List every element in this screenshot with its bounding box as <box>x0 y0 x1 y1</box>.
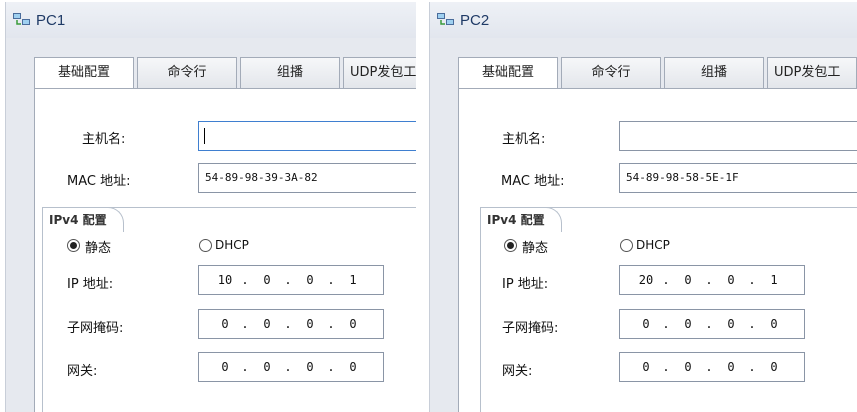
mac-field: 54-89-98-58-5E-1F <box>619 163 857 193</box>
mask-octet-4: 0 <box>349 317 357 331</box>
gateway-octet-4: 0 <box>349 360 357 374</box>
mac-label: MAC 地址: <box>501 174 565 189</box>
mask-octet-1: 0 <box>221 317 229 331</box>
gateway-octet-3: 0 <box>727 360 735 374</box>
ip-octet-4: 1 <box>770 273 778 287</box>
window-title: PC2 <box>460 12 490 29</box>
ip-dot: . <box>748 360 756 374</box>
ip-address-input[interactable]: 10 . 0 . 0 . 1 <box>198 265 384 295</box>
ip-octet-2: 0 <box>684 273 692 287</box>
mask-octet-1: 0 <box>642 317 650 331</box>
ip-dot: . <box>241 317 249 331</box>
pc-icon <box>13 13 30 25</box>
ip-dot: . <box>748 317 756 331</box>
ip-label: IP 地址: <box>502 277 549 292</box>
ipv4-config-title: IPv4 配置 <box>49 213 107 227</box>
tab-basic-config[interactable]: 基础配置 <box>458 57 558 89</box>
ip-dot: . <box>327 273 335 287</box>
ip-dot: . <box>705 273 713 287</box>
subnet-mask-input[interactable]: 0 . 0 . 0 . 0 <box>619 309 805 339</box>
mask-octet-2: 0 <box>684 317 692 331</box>
tab-basic-config[interactable]: 基础配置 <box>34 57 134 89</box>
gateway-input[interactable]: 0 . 0 . 0 . 0 <box>198 352 384 382</box>
pc2-titlebar[interactable]: PC2 <box>430 2 857 38</box>
text-caret <box>204 128 205 144</box>
mask-octet-3: 0 <box>306 317 314 331</box>
static-radio[interactable] <box>67 239 80 252</box>
tab-udp-tool[interactable]: UDP发包工 <box>343 57 416 88</box>
mask-octet-3: 0 <box>727 317 735 331</box>
ip-dot: . <box>327 360 335 374</box>
gateway-octet-4: 0 <box>770 360 778 374</box>
tab-command-line[interactable]: 命令行 <box>561 57 661 88</box>
ip-dot: . <box>705 360 713 374</box>
mac-label: MAC 地址: <box>67 174 131 189</box>
gateway-label: 网关: <box>502 364 533 379</box>
mac-field: 54-89-98-39-3A-82 <box>198 163 416 193</box>
dhcp-radio[interactable] <box>620 239 633 252</box>
ip-dot: . <box>705 317 713 331</box>
gateway-octet-1: 0 <box>221 360 229 374</box>
ip-dot: . <box>662 317 670 331</box>
pc-icon <box>437 13 454 25</box>
ip-dot: . <box>327 317 335 331</box>
gateway-octet-1: 0 <box>642 360 650 374</box>
ip-octet-3: 0 <box>306 273 314 287</box>
ip-dot: . <box>662 273 670 287</box>
gateway-input[interactable]: 0 . 0 . 0 . 0 <box>619 352 805 382</box>
hostname-input[interactable] <box>198 121 416 151</box>
dhcp-label: DHCP <box>636 238 670 252</box>
pc1-titlebar[interactable]: PC1 <box>6 2 416 38</box>
ip-dot: . <box>241 360 249 374</box>
ip-dot: . <box>284 317 292 331</box>
window-gap <box>415 0 429 412</box>
ip-octet-1: 10 <box>217 273 233 287</box>
ip-octet-3: 0 <box>727 273 735 287</box>
pc2-window: PC2 基础配置 命令行 组播 UDP发包工 主机名: MAC 地址: 54-8… <box>429 2 857 412</box>
tab-multicast[interactable]: 组播 <box>240 57 340 88</box>
gateway-octet-3: 0 <box>306 360 314 374</box>
ipv4-config-tab: IPv4 配置 <box>42 207 124 232</box>
hostname-label: 主机名: <box>82 132 126 147</box>
dhcp-label: DHCP <box>215 238 249 252</box>
tab-command-line[interactable]: 命令行 <box>137 57 237 88</box>
dhcp-radio[interactable] <box>199 239 212 252</box>
subnet-mask-input[interactable]: 0 . 0 . 0 . 0 <box>198 309 384 339</box>
hostname-label: 主机名: <box>502 132 546 147</box>
ip-dot: . <box>662 360 670 374</box>
ip-address-input[interactable]: 20 . 0 . 0 . 1 <box>619 265 805 295</box>
ipv4-config-title: IPv4 配置 <box>487 213 545 227</box>
ip-dot: . <box>748 273 756 287</box>
gateway-label: 网关: <box>67 364 98 379</box>
mask-label: 子网掩码: <box>502 321 559 336</box>
ip-octet-4: 1 <box>349 273 357 287</box>
mask-octet-4: 0 <box>770 317 778 331</box>
mask-octet-2: 0 <box>263 317 271 331</box>
ip-octet-2: 0 <box>263 273 271 287</box>
ip-dot: . <box>241 273 249 287</box>
gateway-octet-2: 0 <box>263 360 271 374</box>
ip-dot: . <box>284 273 292 287</box>
window-title: PC1 <box>36 12 66 29</box>
static-label: 静态 <box>522 241 549 256</box>
ip-dot: . <box>284 360 292 374</box>
ip-octet-1: 20 <box>638 273 654 287</box>
mask-label: 子网掩码: <box>67 321 124 336</box>
gateway-octet-2: 0 <box>684 360 692 374</box>
static-radio[interactable] <box>504 239 517 252</box>
hostname-input[interactable] <box>619 121 857 151</box>
static-label: 静态 <box>85 241 112 256</box>
ipv4-config-tab: IPv4 配置 <box>480 207 562 232</box>
ip-label: IP 地址: <box>67 277 114 292</box>
tab-multicast[interactable]: 组播 <box>664 57 764 88</box>
pc1-window: PC1 基础配置 命令行 组播 UDP发包工 主机名: MAC 地址: 54-8… <box>5 2 416 412</box>
tab-udp-tool[interactable]: UDP发包工 <box>767 57 857 88</box>
